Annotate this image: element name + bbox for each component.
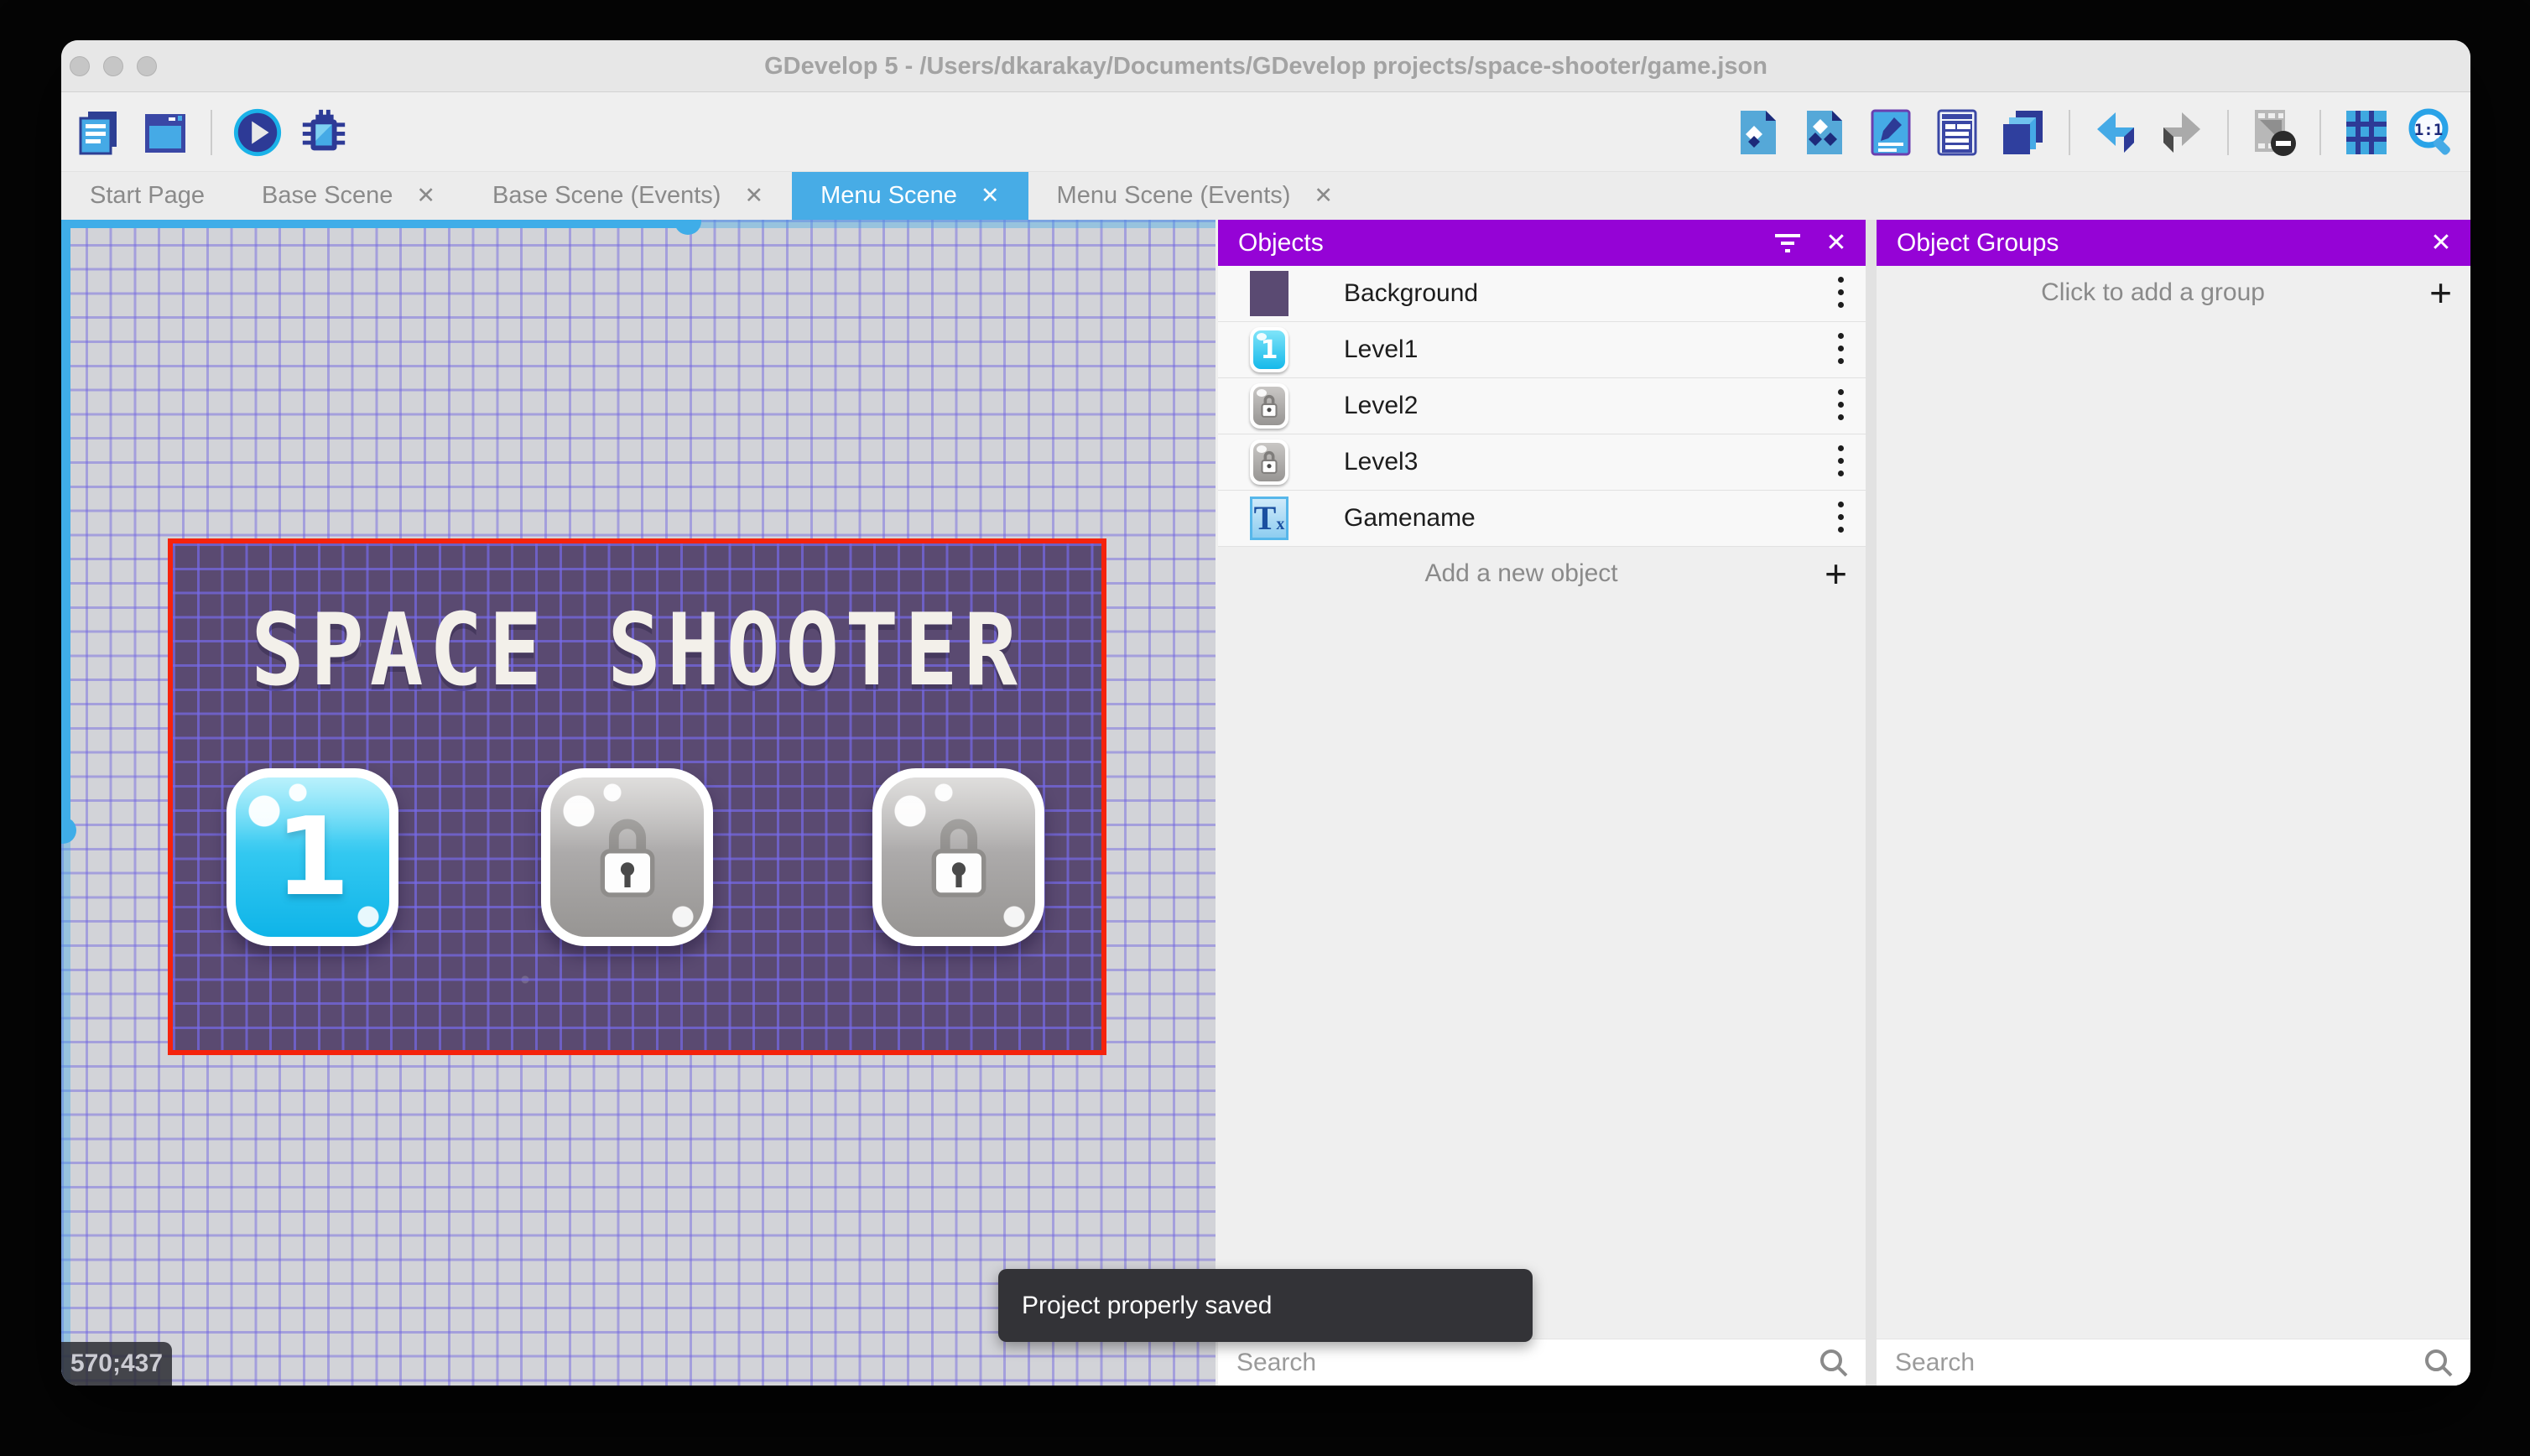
object-menu-icon[interactable] [1837, 275, 1844, 312]
grid-icon[interactable] [2340, 107, 2392, 159]
groups-search-input[interactable] [1895, 1348, 2422, 1377]
object-menu-icon[interactable] [1837, 387, 1844, 424]
plus-icon[interactable]: + [1825, 554, 1847, 593]
zoom-1-1-icon[interactable]: 1:1 [2407, 107, 2459, 159]
object-groups-icon[interactable] [1799, 107, 1851, 159]
objects-list-icon[interactable] [1732, 107, 1784, 159]
background-thumbnail [1250, 271, 1288, 316]
vertical-scrollbar-knob[interactable] [61, 817, 76, 844]
close-tab-icon[interactable]: ✕ [744, 183, 763, 209]
toolbar-divider [211, 109, 212, 155]
tab-start-page[interactable]: Start Page [61, 172, 233, 220]
filter-icon[interactable] [1768, 224, 1807, 263]
cursor-coordinates: 570;437 [61, 1342, 172, 1386]
tab-menu-scene[interactable]: Menu Scene ✕ [792, 172, 1028, 220]
text-object-icon: Tx [1250, 496, 1288, 541]
toolbar-divider [2227, 109, 2229, 155]
tab-base-scene[interactable]: Base Scene ✕ [233, 172, 464, 220]
window-title: GDevelop 5 - /Users/dkarakay/Documents/G… [764, 53, 1767, 80]
tab-base-scene-events[interactable]: Base Scene (Events) ✕ [464, 172, 792, 220]
close-panel-icon[interactable]: ✕ [2422, 224, 2460, 263]
toast-message: Project properly saved [1022, 1291, 1273, 1319]
toolbar-left-group [73, 92, 350, 172]
level1-button-object[interactable]: 1 [226, 768, 398, 946]
object-row-level1[interactable]: 1 Level1 [1218, 322, 1866, 378]
search-icon [1820, 1349, 1848, 1376]
objects-search-input[interactable] [1236, 1348, 1817, 1377]
level3-thumbnail [1250, 439, 1288, 485]
scene-title-text-object[interactable]: SPACE SHOOTER [173, 592, 1101, 708]
level2-button-object[interactable] [541, 768, 713, 946]
objects-search-bar [1218, 1339, 1866, 1386]
plus-icon[interactable]: + [2429, 273, 2452, 312]
add-group-row[interactable]: Click to add a group + [1877, 266, 2470, 320]
close-tab-icon[interactable]: ✕ [1314, 183, 1333, 209]
object-row-level3[interactable]: Level3 [1218, 434, 1866, 491]
redo-icon[interactable] [2156, 107, 2208, 159]
svg-text:1:1: 1:1 [2414, 121, 2443, 139]
level3-button-object[interactable] [872, 768, 1044, 946]
object-row-gamename[interactable]: Tx Gamename [1218, 491, 1866, 547]
button-gloss [882, 777, 1035, 937]
object-groups-panel-title: Object Groups [1897, 228, 2059, 257]
add-object-row[interactable]: Add a new object + [1218, 547, 1866, 601]
object-groups-panel: Object Groups ✕ Click to add a group + [1877, 220, 2470, 1386]
game-scene-selection[interactable]: SPACE SHOOTER 1 [168, 538, 1106, 1055]
toolbar-divider [2319, 109, 2321, 155]
instances-list-icon[interactable] [1931, 107, 1983, 159]
objects-panel-title: Objects [1238, 228, 1324, 257]
scene-editor-canvas[interactable]: SPACE SHOOTER 1 [61, 220, 1216, 1386]
object-menu-icon[interactable] [1837, 500, 1844, 537]
close-tab-icon[interactable]: ✕ [981, 183, 1000, 209]
horizontal-scrollbar[interactable] [61, 220, 1216, 235]
lock-icon [1261, 394, 1278, 418]
play-icon[interactable] [232, 107, 284, 159]
search-icon [2425, 1349, 2453, 1376]
level1-thumbnail: 1 [1250, 327, 1288, 372]
vertical-scrollbar[interactable] [61, 220, 76, 1386]
objects-panel-header: Objects ✕ [1218, 220, 1866, 266]
lock-icon [1261, 450, 1278, 474]
objects-panel: Objects ✕ Background 1 Level1 Level2 Lev… [1218, 220, 1866, 1386]
title-bar: GDevelop 5 - /Users/dkarakay/Documents/G… [61, 40, 2470, 92]
object-menu-icon[interactable] [1837, 444, 1844, 481]
groups-search-bar [1877, 1339, 2470, 1386]
undo-icon[interactable] [2090, 107, 2142, 159]
object-row-background[interactable]: Background [1218, 266, 1866, 322]
close-panel-icon[interactable]: ✕ [1817, 224, 1856, 263]
toolbar: 1:1 [61, 92, 2470, 172]
object-row-level2[interactable]: Level2 [1218, 378, 1866, 434]
properties-icon[interactable] [1865, 107, 1917, 159]
save-toast: Project properly saved [998, 1269, 1533, 1342]
app-window: GDevelop 5 - /Users/dkarakay/Documents/G… [61, 40, 2470, 1386]
window-mask-icon[interactable] [2248, 107, 2300, 159]
button-gloss [550, 777, 704, 937]
layers-icon[interactable] [1997, 107, 2049, 159]
debug-icon[interactable] [298, 107, 350, 159]
horizontal-scrollbar-knob[interactable] [674, 220, 701, 235]
close-tab-icon[interactable]: ✕ [416, 183, 435, 209]
tab-bar: Start Page Base Scene ✕ Base Scene (Event… [61, 172, 2470, 220]
project-manager-icon[interactable] [73, 107, 125, 159]
toolbar-right-group: 1:1 [1732, 92, 2459, 172]
tab-menu-scene-events[interactable]: Menu Scene (Events) ✕ [1028, 172, 1361, 220]
object-groups-panel-header: Object Groups ✕ [1877, 220, 2470, 266]
level2-thumbnail [1250, 383, 1288, 429]
panel-divider[interactable] [1866, 220, 1877, 1386]
toolbar-divider [2069, 109, 2070, 155]
object-menu-icon[interactable] [1837, 331, 1844, 368]
button-gloss [236, 777, 389, 937]
scene-window-icon[interactable] [139, 107, 191, 159]
